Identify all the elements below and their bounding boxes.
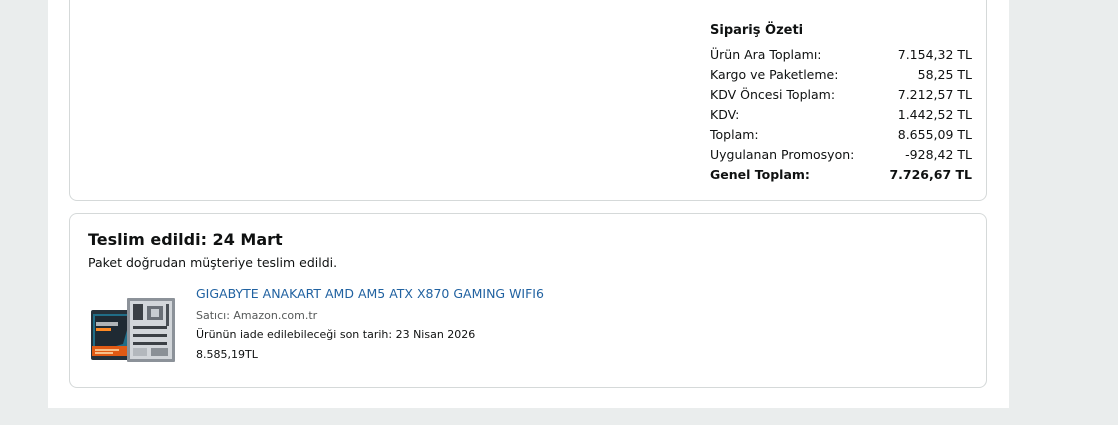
summary-value-shipping: 58,25 TL <box>917 67 972 82</box>
order-summary: Sipariş Özeti Ürün Ara Toplamı: 7.154,32… <box>710 21 972 185</box>
product-return-deadline: Ürünün iade edilebileceği son tarih: 23 … <box>196 328 476 341</box>
summary-value-total: 8.655,09 TL <box>897 127 972 142</box>
summary-label-grand-total: Genel Toplam: <box>710 167 810 182</box>
delivery-status-note: Paket doğrudan müşteriye teslim edildi. <box>88 255 338 270</box>
summary-label-tax: KDV: <box>710 107 740 122</box>
summary-row-pretax-total: KDV Öncesi Toplam: 7.212,57 TL <box>710 85 972 105</box>
summary-label-pretax-total: KDV Öncesi Toplam: <box>710 87 836 102</box>
summary-row-tax: KDV: 1.442,52 TL <box>710 105 972 125</box>
product-seller: Satıcı: Amazon.com.tr <box>196 309 318 322</box>
summary-row-shipping: Kargo ve Paketleme: 58,25 TL <box>710 65 972 85</box>
summary-label-subtotal: Ürün Ara Toplamı: <box>710 47 822 62</box>
summary-value-promotion: -928,42 TL <box>905 147 972 162</box>
product-title-link[interactable]: GIGABYTE ANAKART AMD AM5 ATX X870 GAMING… <box>196 285 544 303</box>
delivery-status-title: Teslim edildi: 24 Mart <box>88 230 283 249</box>
order-content-panel: Sipariş Özeti Ürün Ara Toplamı: 7.154,32… <box>48 0 1009 408</box>
summary-row-grand-total: Genel Toplam: 7.726,67 TL <box>710 165 972 185</box>
summary-value-grand-total: 7.726,67 TL <box>889 167 972 182</box>
summary-row-promotion: Uygulanan Promosyon: -928,42 TL <box>710 145 972 165</box>
summary-row-total: Toplam: 8.655,09 TL <box>710 125 972 145</box>
motherboard-icon <box>91 298 175 362</box>
summary-row-subtotal: Ürün Ara Toplamı: 7.154,32 TL <box>710 45 972 65</box>
summary-label-total: Toplam: <box>710 127 759 142</box>
summary-label-shipping: Kargo ve Paketleme: <box>710 67 839 82</box>
delivery-card: Teslim edildi: 24 Mart Paket doğrudan mü… <box>69 213 987 388</box>
order-summary-card: Sipariş Özeti Ürün Ara Toplamı: 7.154,32… <box>69 0 987 201</box>
summary-value-subtotal: 7.154,32 TL <box>897 47 972 62</box>
summary-value-pretax-total: 7.212,57 TL <box>897 87 972 102</box>
order-summary-title: Sipariş Özeti <box>710 23 804 38</box>
summary-value-tax: 1.442,52 TL <box>897 107 972 122</box>
summary-label-promotion: Uygulanan Promosyon: <box>710 147 855 162</box>
product-price: 8.585,19TL <box>196 348 258 361</box>
product-image[interactable] <box>89 296 179 366</box>
order-details-page: Sipariş Özeti Ürün Ara Toplamı: 7.154,32… <box>0 0 1118 425</box>
